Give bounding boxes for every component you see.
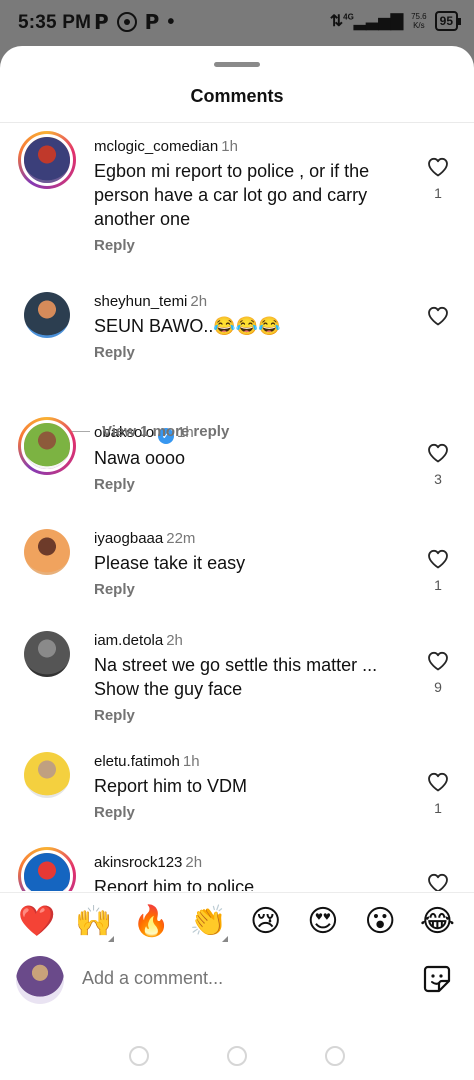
heart-icon[interactable] [426, 770, 450, 794]
comment-time: 2h [166, 632, 183, 649]
status-notification-icons: P P • [94, 10, 174, 34]
drag-handle[interactable] [214, 62, 260, 67]
avatar[interactable] [24, 752, 70, 798]
comments-list[interactable]: mclogic_comedian 1h Egbon mi report to po… [0, 123, 474, 891]
surprised-face-emoji[interactable]: 😮 [358, 902, 402, 942]
network-speed: 75.6 K/s [411, 12, 427, 30]
quick-emoji-bar: ❤️ 🙌 🔥 👏 😢 😍 😮 😂 [0, 892, 474, 950]
add-comment-bar [0, 950, 474, 1014]
reply-button[interactable]: Reply [94, 344, 404, 361]
comment-text: Na street we go settle this matter ... S… [94, 655, 378, 699]
heart-icon[interactable] [426, 871, 450, 891]
comment-username[interactable]: mclogic_comedian [94, 138, 218, 155]
system-nav-bar [0, 1031, 474, 1080]
signal-icon: ⇅4G▂▃▅▇ [329, 12, 404, 30]
comment-text: Report him to VDM [94, 776, 248, 796]
heart-icon[interactable] [426, 441, 450, 465]
comment-time: 2h [190, 293, 208, 310]
red-heart-emoji[interactable]: ❤️ [15, 902, 59, 942]
heart-icon[interactable] [426, 547, 450, 571]
reply-button[interactable]: Reply [94, 804, 404, 821]
tears-of-joy-emoji[interactable]: 😂 [415, 902, 459, 942]
status-system-icons: ⇅4G▂▃▅▇ 75.6 K/s 95 [329, 11, 462, 31]
avatar [16, 956, 64, 1004]
comment-username[interactable]: iam.detola [94, 632, 163, 649]
like-control: 3 [426, 441, 450, 487]
comment-time: 22m [166, 530, 196, 547]
heart-icon[interactable] [426, 304, 450, 328]
comment-text: Egbon mi report to police , or if the pe… [94, 161, 370, 229]
view-more-replies-button[interactable]: View 1 more reply [72, 423, 229, 440]
avatar[interactable] [18, 131, 76, 189]
view-more-replies-label: View 1 more reply [102, 423, 230, 440]
like-count: 1 [434, 800, 442, 816]
heart-eyes-emoji[interactable]: 😍 [301, 902, 345, 942]
like-control [426, 871, 450, 891]
raising-hands-emoji[interactable]: 🙌 [72, 902, 116, 942]
clapping-hands-emoji[interactable]: 👏 [186, 902, 230, 942]
whatsapp-icon [116, 12, 137, 32]
like-count: 1 [434, 577, 442, 593]
avatar[interactable] [24, 631, 70, 677]
comment-text: SEUN BAWO..😂😂😂 [94, 316, 281, 336]
comment-username[interactable]: sheyhun_temi [94, 293, 187, 310]
nav-back-button[interactable] [325, 1045, 345, 1066]
comment-username[interactable]: iyaogbaaa [94, 530, 163, 547]
comment-input[interactable] [82, 968, 402, 989]
notification-p-icon: P [94, 10, 109, 34]
like-control [426, 304, 450, 334]
heart-icon[interactable] [426, 649, 450, 673]
comment-username[interactable]: eletu.fatimoh [94, 753, 180, 770]
like-count: 3 [434, 471, 442, 487]
heart-icon[interactable] [426, 155, 450, 179]
comment-text: Please take it easy [94, 553, 246, 573]
reply-button[interactable]: Reply [94, 476, 404, 493]
reply-button[interactable]: Reply [94, 707, 404, 724]
like-control: 1 [426, 770, 450, 816]
notification-p-icon: P [144, 10, 160, 34]
avatar[interactable] [18, 417, 76, 475]
nav-home-button[interactable] [227, 1045, 247, 1066]
like-control: 1 [426, 155, 450, 201]
reply-button[interactable]: Reply [94, 237, 404, 254]
like-control: 9 [426, 649, 450, 695]
divider [72, 431, 90, 432]
comment-text: Nawa oooo [94, 448, 186, 468]
like-control: 1 [426, 547, 450, 593]
sticker-icon[interactable] [422, 964, 452, 994]
comments-sheet: Comments mclogic_comedian 1h Egbon mi rep… [0, 46, 474, 1080]
avatar[interactable] [18, 847, 76, 891]
status-bar: 5:35 PM P P • ⇅4G▂▃▅▇ 75.6 K/s 95 [0, 0, 474, 46]
nav-recents-button[interactable] [129, 1045, 149, 1066]
avatar[interactable] [24, 529, 70, 575]
comment-text: Report him to police [94, 877, 255, 891]
skin-tone-indicator-icon [107, 935, 114, 942]
fire-emoji[interactable]: 🔥 [129, 902, 173, 942]
status-time: 5:35 PM [18, 12, 92, 33]
sheet-title: Comments [190, 86, 284, 106]
like-count: 1 [434, 185, 442, 201]
reply-button[interactable]: Reply [94, 581, 404, 598]
avatar[interactable] [24, 292, 70, 338]
comment-username[interactable]: akinsrock123 [94, 854, 182, 871]
comment-time: 2h [185, 854, 203, 871]
crying-face-emoji[interactable]: 😢 [244, 902, 288, 942]
comment-time: 1h [221, 138, 238, 155]
skin-tone-indicator-icon [222, 935, 229, 942]
more-notifications-dot: • [167, 10, 175, 33]
battery-icon: 95 [434, 11, 462, 31]
comment-time: 1h [182, 753, 200, 770]
like-count: 9 [434, 679, 442, 695]
